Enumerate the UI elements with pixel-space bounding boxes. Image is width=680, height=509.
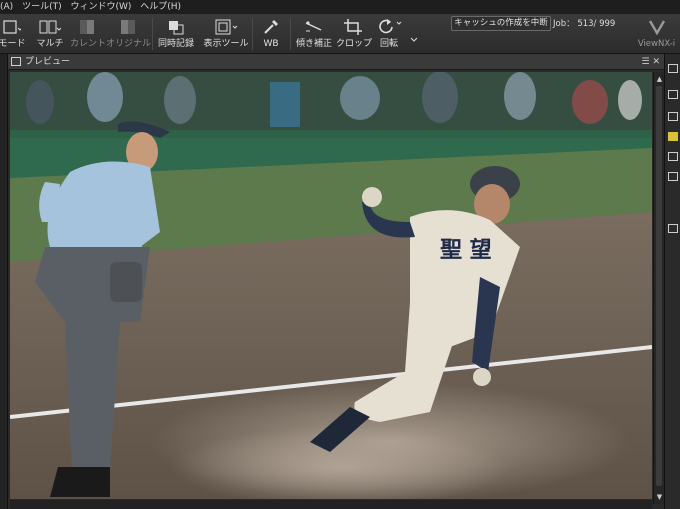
preview-panel-header: プレビュー ☰ ✕ — [8, 54, 664, 70]
panel-toggle-icon[interactable] — [668, 64, 678, 73]
panel-checkbox[interactable] — [11, 57, 21, 66]
more-tools-button[interactable] — [406, 16, 422, 52]
jersey-text: 聖 望 — [440, 237, 492, 263]
mode-icon — [0, 16, 30, 38]
toolbar-separator — [252, 18, 253, 50]
display-tool-button[interactable]: 表示ツール — [202, 16, 250, 52]
panel-toggle-icon[interactable] — [668, 90, 678, 99]
simultaneous-record-button[interactable]: 同時記録 — [155, 16, 197, 52]
display-tool-icon — [202, 16, 250, 38]
multi-button[interactable]: マルチ — [32, 16, 68, 52]
menu-item-help[interactable]: ヘルプ(H) — [140, 0, 181, 14]
crop-button[interactable]: クロップ — [336, 16, 372, 52]
wb-button[interactable]: WB — [256, 16, 286, 52]
preview-photo[interactable]: 聖 望 — [10, 72, 652, 499]
horizontal-scrollbar[interactable] — [10, 500, 652, 509]
right-panel-edge — [664, 54, 680, 509]
original-button[interactable]: オリジナル — [106, 16, 151, 52]
left-panel-edge[interactable] — [0, 54, 8, 509]
panel-toggle-icon[interactable] — [668, 112, 678, 121]
preview-title: プレビュー — [25, 57, 71, 67]
toolbar-separator — [290, 18, 291, 50]
panel-toggle-icon[interactable] — [668, 172, 678, 181]
scroll-thumb[interactable] — [656, 86, 662, 486]
panel-toggle-icon[interactable] — [668, 224, 678, 233]
panel-toggle-icon[interactable] — [668, 152, 678, 161]
scroll-down-icon[interactable]: ▼ — [655, 492, 664, 502]
cancel-cache-button[interactable]: キャッシュの作成を中断 — [451, 16, 551, 31]
menu-bar: (A) ツール(T) ウィンドウ(W) ヘルプ(H) — [0, 0, 680, 14]
multi-icon — [32, 16, 68, 38]
original-icon — [106, 16, 150, 38]
panel-menu-icon[interactable]: ☰ ✕ — [642, 54, 660, 70]
straighten-button[interactable]: 傾き補正 — [294, 16, 334, 52]
toolbar: モード マルチ カレント オリジナル 同時記録 表示ツール WB 傾き補正 クロ… — [0, 14, 680, 54]
menu-item-window[interactable]: ウィンドウ(W) — [70, 0, 131, 14]
rotate-icon — [372, 16, 406, 38]
vertical-scrollbar[interactable]: ▲ ▼ — [653, 72, 664, 504]
job-status: Job： 513/ 999 — [553, 17, 615, 29]
toolbar-separator — [152, 18, 153, 50]
photo-scene: 聖 望 — [10, 72, 652, 499]
menu-item-image[interactable]: (A) — [0, 0, 13, 14]
mode-button[interactable]: モード — [0, 16, 30, 52]
chevron-down-icon — [406, 16, 422, 42]
viewnx-button[interactable]: ViewNX-i — [633, 16, 680, 52]
checkmark-icon[interactable] — [668, 132, 678, 141]
scroll-up-icon[interactable]: ▲ — [655, 74, 664, 84]
job-progress: 513/ 999 — [577, 19, 616, 29]
crop-icon — [336, 16, 370, 38]
menu-item-tools[interactable]: ツール(T) — [22, 0, 62, 14]
viewnx-icon — [633, 16, 680, 38]
eyedropper-icon — [256, 16, 286, 38]
current-icon — [70, 16, 104, 38]
simultaneous-record-icon — [155, 16, 197, 38]
current-button[interactable]: カレント — [70, 16, 106, 52]
straighten-icon — [294, 16, 334, 38]
job-label: Job： — [553, 19, 575, 29]
rotate-button[interactable]: 回転 — [372, 16, 406, 52]
